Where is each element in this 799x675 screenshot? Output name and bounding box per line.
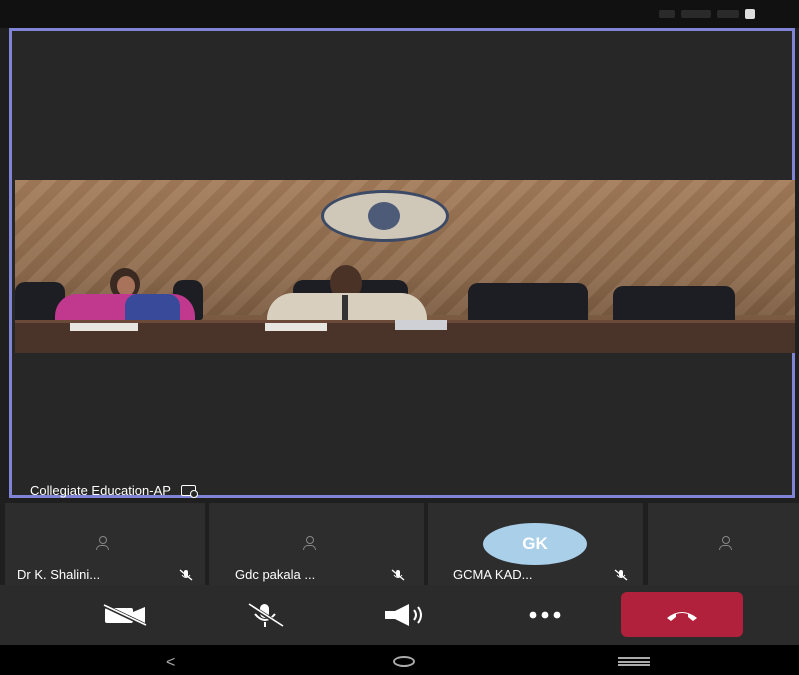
more-options-button[interactable] [500, 592, 590, 637]
camera-toggle-button[interactable] [80, 592, 170, 637]
call-toolbar [0, 585, 799, 645]
system-nav-bar: < [0, 645, 799, 675]
emblem-logo [321, 190, 449, 242]
home-icon[interactable] [393, 656, 415, 667]
participant-tile[interactable]: GK GCMA KAD... [428, 503, 643, 585]
speaker-name: Collegiate Education-AP [30, 483, 171, 498]
video-feed [15, 180, 795, 353]
hang-up-button[interactable] [621, 592, 743, 637]
chair [468, 283, 588, 323]
participant-name: Dr K. Shalini... [17, 567, 101, 582]
camera-off-icon [102, 603, 147, 626]
participant-tile[interactable]: Gdc pakala ... [209, 503, 424, 585]
recent-apps-icon[interactable] [618, 657, 650, 666]
person-icon [302, 536, 316, 550]
hang-up-icon [667, 611, 697, 621]
participant-name: GCMA KAD... [453, 567, 533, 582]
mic-muted-icon [391, 569, 405, 581]
pinned-screen-icon [180, 485, 198, 498]
status-bar [0, 0, 799, 28]
main-video-tile[interactable]: Collegiate Education-AP [9, 28, 795, 498]
mic-muted-icon [179, 569, 193, 581]
person-icon [718, 536, 732, 550]
network-icon [717, 10, 739, 18]
battery-icon [745, 9, 755, 19]
main-video-label: Collegiate Education-AP [30, 483, 198, 498]
avatar: GK [483, 523, 587, 565]
speaker-icon [385, 603, 422, 626]
participant-woman [50, 268, 195, 328]
speaker-button[interactable] [360, 592, 450, 637]
participant-man [267, 265, 427, 325]
status-icons [659, 8, 755, 20]
mic-toggle-button[interactable] [225, 592, 305, 637]
person-icon [95, 536, 109, 550]
mic-off-icon [246, 601, 284, 628]
more-options-icon [529, 611, 561, 618]
signal-icon [659, 10, 675, 18]
participant-strip: Dr K. Shalini... Gdc pakala ... GK GCMA … [0, 503, 799, 585]
desk [15, 320, 795, 353]
participant-name: Gdc pakala ... [235, 567, 316, 582]
participant-tile[interactable] [648, 503, 799, 585]
mic-muted-icon [614, 569, 628, 581]
back-icon[interactable]: < [166, 654, 175, 672]
wifi-icon [681, 10, 711, 18]
participant-tile[interactable]: Dr K. Shalini... [5, 503, 205, 585]
